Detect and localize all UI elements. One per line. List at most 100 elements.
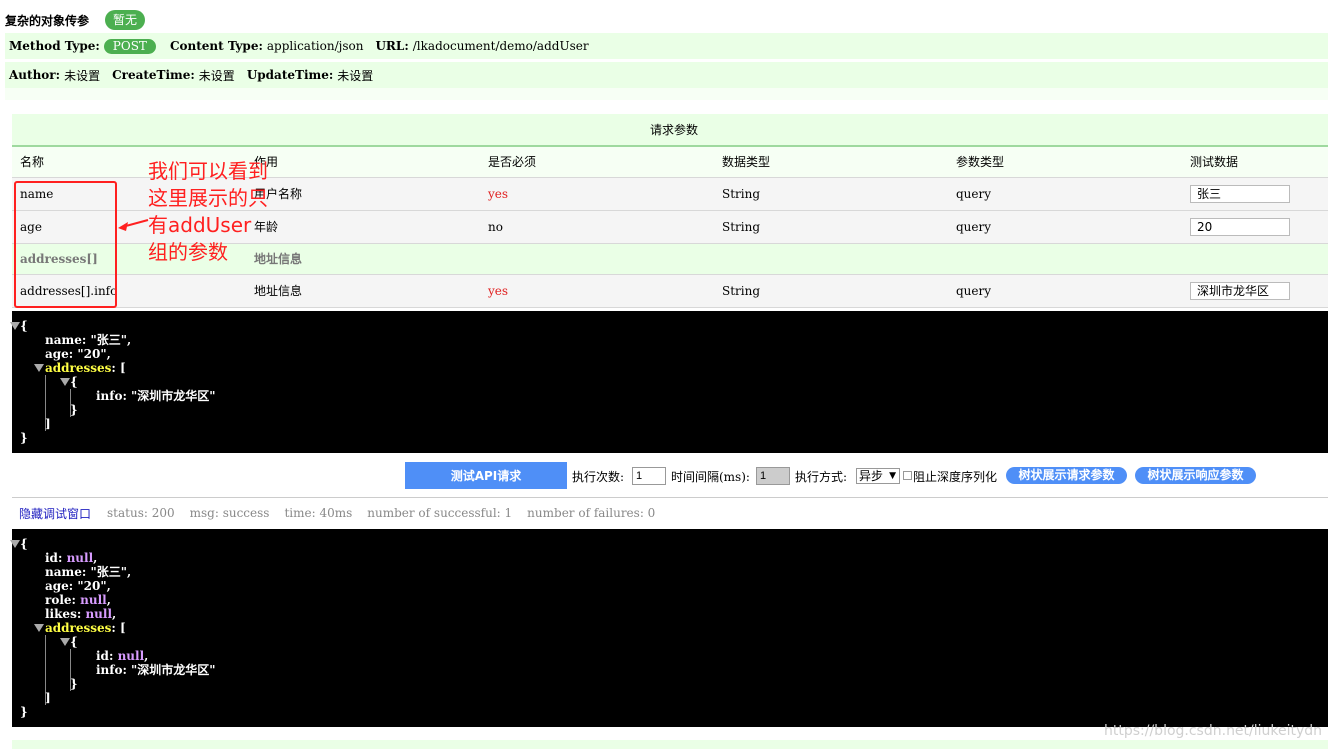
table-row: addresses[].info 地址信息 yes String query xyxy=(12,274,1328,308)
status-badge: 暂无 xyxy=(105,10,146,30)
exec-mode-select[interactable]: 异步 ▼ xyxy=(856,468,900,484)
json-line: name: "张三", xyxy=(45,565,132,579)
param-required: no xyxy=(480,210,714,244)
status-msg: msg: success xyxy=(189,506,270,520)
author-label: Author: xyxy=(9,68,61,82)
json-null: null xyxy=(85,607,113,621)
param-data-type: String xyxy=(714,274,948,308)
params-section-title: 请求参数 xyxy=(12,114,1328,147)
meta-bottom-strip xyxy=(5,88,1328,100)
json-key: addresses xyxy=(45,621,112,635)
url-value: /lkadocument/demo/addUser xyxy=(412,39,589,53)
collapse-triangle-icon[interactable] xyxy=(60,638,70,646)
col-header-desc: 作用 xyxy=(246,146,480,178)
page-title-row: 复杂的对象传参 暂无 xyxy=(5,8,146,32)
col-header-test-data: 测试数据 xyxy=(1182,146,1328,178)
status-success-count: number of successful: 1 xyxy=(367,506,513,520)
create-time-label: CreateTime: xyxy=(112,68,195,82)
json-key: id: xyxy=(96,649,118,663)
json-punct: : [ xyxy=(111,621,126,635)
col-header-data-type: 数据类型 xyxy=(714,146,948,178)
json-line: info: "深圳市龙华区" xyxy=(96,663,216,677)
content-type-label: Content Type: xyxy=(169,39,263,53)
collapse-triangle-icon[interactable] xyxy=(10,540,20,548)
json-line: likes: null, xyxy=(45,607,117,621)
json-line: ] xyxy=(45,691,51,705)
json-key: addresses xyxy=(45,361,112,375)
param-required: yes xyxy=(480,177,714,211)
hide-debug-link[interactable]: 隐藏调试窗口 xyxy=(19,505,91,522)
author-value: 未设置 xyxy=(64,68,101,83)
json-key: id: xyxy=(45,551,67,565)
param-type: query xyxy=(948,274,1182,308)
method-info-bar: Method Type: POST Content Type: applicat… xyxy=(5,33,1328,59)
json-line: role: null, xyxy=(45,593,111,607)
json-line: { xyxy=(70,635,78,649)
json-null: null xyxy=(80,593,107,607)
collapse-triangle-icon[interactable] xyxy=(34,624,44,632)
group-desc: 地址信息 xyxy=(246,243,1328,275)
json-line: id: null, xyxy=(45,551,98,565)
json-line: ] xyxy=(45,417,51,431)
page-title: 复杂的对象传参 xyxy=(5,13,90,28)
status-code: status: 200 xyxy=(107,506,175,520)
json-line: { xyxy=(20,537,28,551)
test-api-button[interactable]: 测试API请求 xyxy=(405,462,567,489)
json-line: } xyxy=(20,705,28,719)
param-desc: 地址信息 xyxy=(246,274,480,308)
param-test-cell xyxy=(1182,177,1328,211)
status-time: time: 40ms xyxy=(284,506,353,520)
json-line: age: "20", xyxy=(45,347,111,361)
collapse-triangle-icon[interactable] xyxy=(34,364,44,372)
collapse-triangle-icon[interactable] xyxy=(10,322,20,330)
annotation-arrow-icon xyxy=(118,219,149,231)
chevron-down-icon: ▼ xyxy=(889,471,896,481)
test-data-input-age[interactable] xyxy=(1190,217,1290,236)
test-data-input-name[interactable] xyxy=(1190,184,1290,203)
json-line: } xyxy=(20,431,28,445)
json-null: null xyxy=(117,649,145,663)
url-label: URL: xyxy=(375,39,409,53)
param-type: query xyxy=(948,177,1182,211)
annotation-text: 我们可以看到这里展示的只有addUser组的参数 xyxy=(148,159,268,264)
next-section-strip xyxy=(12,740,1328,749)
json-line: addresses: [ xyxy=(45,361,126,375)
json-key: likes: xyxy=(45,607,86,621)
param-desc: 年龄 xyxy=(246,210,480,244)
exec-count-label: 执行次数: xyxy=(572,470,625,484)
deep-serial-label: 阻止深度序列化 xyxy=(913,470,998,484)
exec-mode-label: 执行方式: xyxy=(795,470,848,484)
json-line: addresses: [ xyxy=(45,621,126,635)
tree-request-button[interactable]: 树状展示请求参数 xyxy=(1006,467,1127,484)
update-time-label: UpdateTime: xyxy=(246,68,334,82)
test-data-input-address-info[interactable] xyxy=(1190,281,1290,300)
json-line: { xyxy=(70,375,78,389)
interval-input[interactable] xyxy=(756,467,790,485)
json-key: role: xyxy=(45,593,81,607)
collapse-triangle-icon[interactable] xyxy=(60,378,70,386)
json-punct: : [ xyxy=(111,361,126,375)
exec-count-input[interactable] xyxy=(632,467,666,485)
json-line: id: null, xyxy=(96,649,149,663)
interval-label: 时间间隔(ms): xyxy=(671,470,750,484)
param-desc: 用户名称 xyxy=(246,177,480,211)
debug-status-bar: 隐藏调试窗口 status: 200 msg: success time: 40… xyxy=(12,497,1328,528)
request-json-viewer: { name: "张三", age: "20", addresses: [ { … xyxy=(10,311,1328,453)
status-failure-count: number of failures: 0 xyxy=(527,506,656,520)
method-badge: POST xyxy=(103,38,156,54)
method-type-label: Method Type: xyxy=(9,39,100,53)
param-data-type: String xyxy=(714,210,948,244)
test-controls-bar: 测试API请求 执行次数: 时间间隔(ms): 执行方式: 异步 ▼ 阻止深度序列… xyxy=(0,460,1328,492)
param-type: query xyxy=(948,210,1182,244)
annotation-highlight-box xyxy=(14,181,117,308)
author-info-bar: Author: 未设置 CreateTime: 未设置 UpdateTime: … xyxy=(5,62,1328,88)
create-time-value: 未设置 xyxy=(198,68,235,83)
json-line: info: "深圳市龙华区" xyxy=(96,389,216,403)
response-json-viewer: { id: null, name: "张三", age: "20", role:… xyxy=(10,529,1328,727)
param-test-cell xyxy=(1182,274,1328,308)
tree-response-button[interactable]: 树状展示响应参数 xyxy=(1135,467,1256,484)
deep-serial-checkbox[interactable] xyxy=(903,471,912,480)
json-null: null xyxy=(66,551,94,565)
json-line: } xyxy=(70,677,78,691)
content-type-value: application/json xyxy=(266,39,364,53)
